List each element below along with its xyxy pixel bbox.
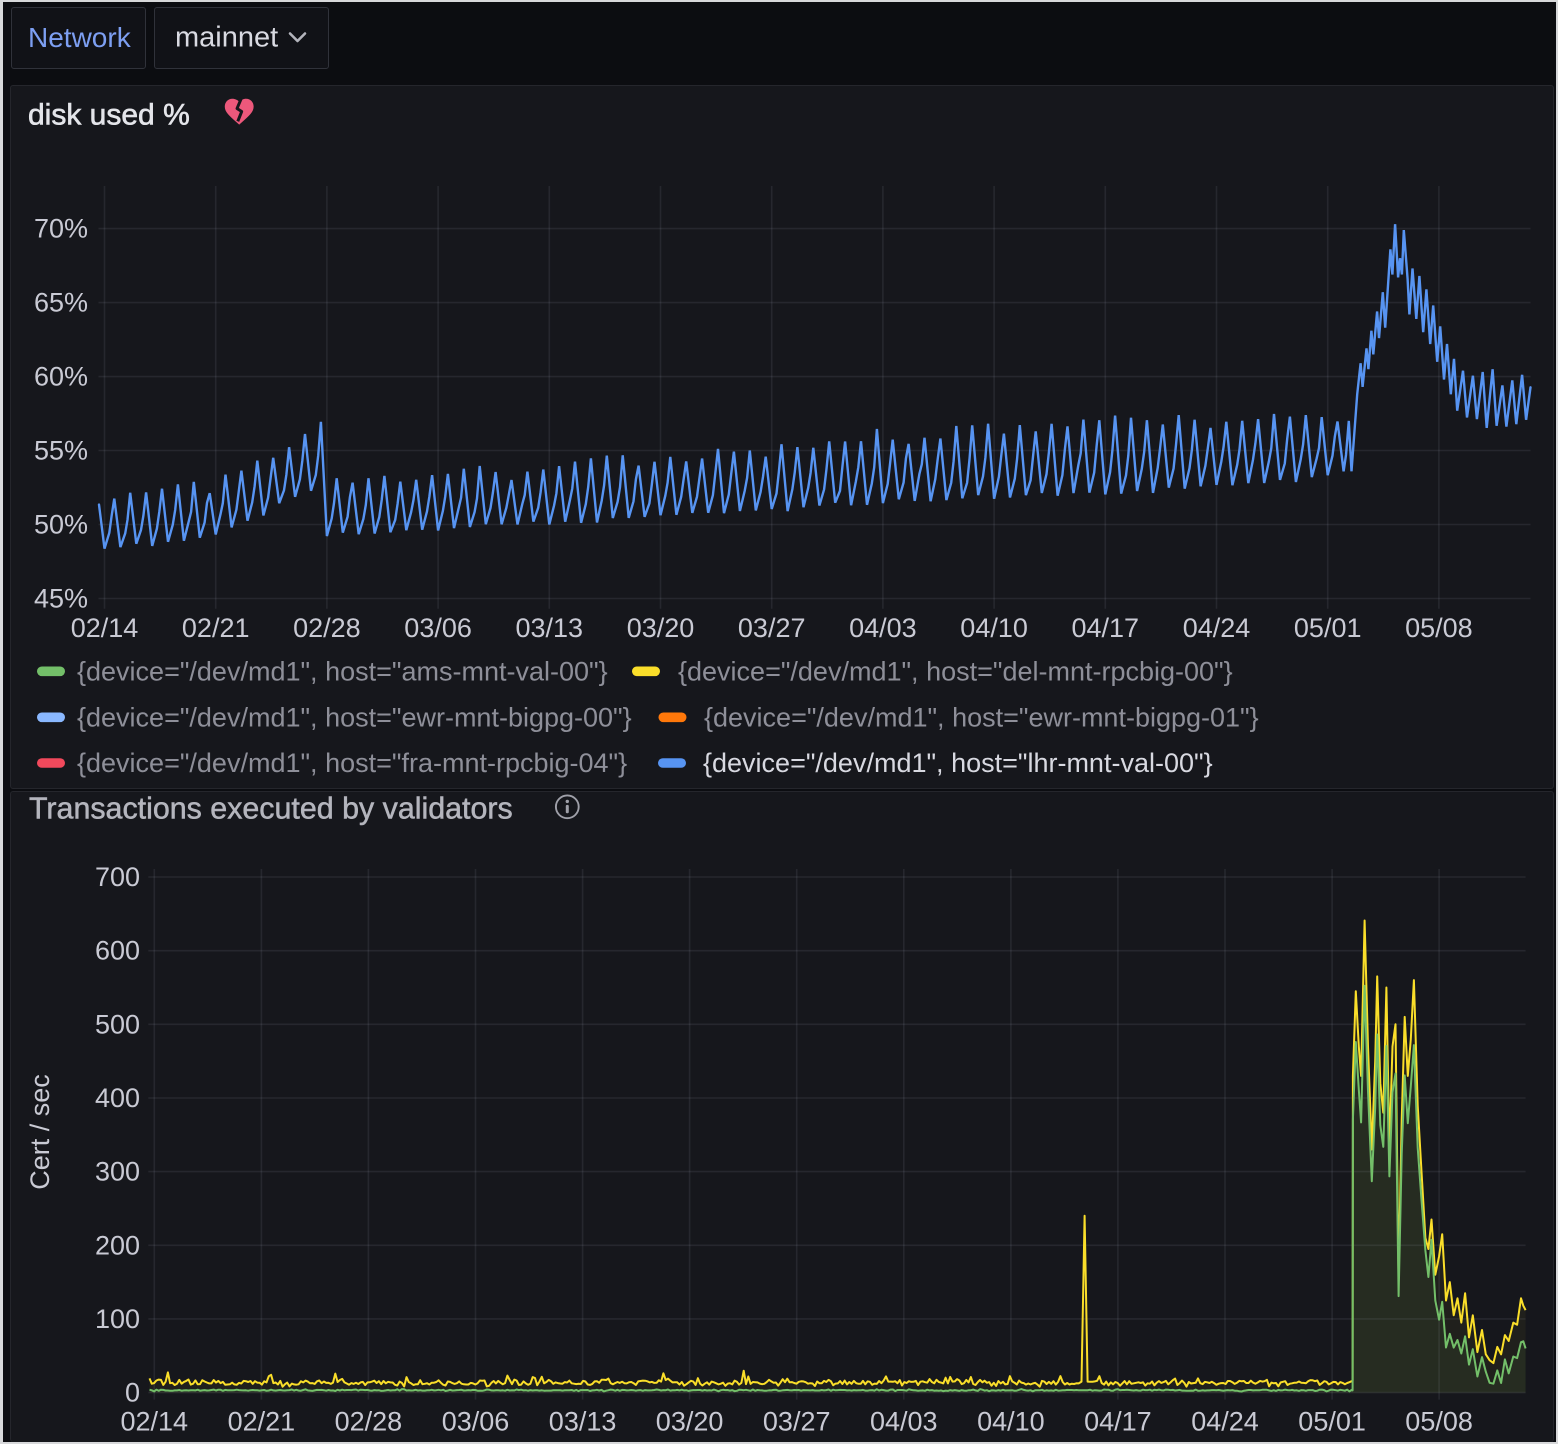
- svg-text:02/14: 02/14: [121, 1407, 189, 1437]
- svg-text:{device="/dev/md1", host="lhr-: {device="/dev/md1", host="lhr-mnt-val-00…: [703, 748, 1213, 778]
- svg-text:55%: 55%: [34, 436, 88, 466]
- svg-text:04/17: 04/17: [1084, 1407, 1152, 1437]
- svg-text:{device="/dev/md1", host="ewr-: {device="/dev/md1", host="ewr-mnt-bigpg-…: [77, 702, 632, 732]
- svg-text:04/17: 04/17: [1072, 613, 1140, 643]
- svg-text:70%: 70%: [34, 214, 88, 244]
- svg-text:{device="/dev/md1", host="del-: {device="/dev/md1", host="del-mnt-rpcbig…: [678, 656, 1233, 686]
- svg-text:03/27: 03/27: [738, 613, 806, 643]
- svg-text:05/08: 05/08: [1405, 1407, 1473, 1437]
- svg-text:04/24: 04/24: [1183, 613, 1251, 643]
- svg-text:03/13: 03/13: [549, 1407, 617, 1437]
- svg-text:04/10: 04/10: [960, 613, 1028, 643]
- svg-text:05/08: 05/08: [1405, 613, 1473, 643]
- svg-text:Transactions executed by valid: Transactions executed by validators: [29, 792, 513, 826]
- svg-text:02/14: 02/14: [71, 613, 139, 643]
- svg-text:03/27: 03/27: [763, 1407, 831, 1437]
- svg-text:02/21: 02/21: [228, 1407, 296, 1437]
- svg-text:500: 500: [95, 1009, 140, 1039]
- svg-text:300: 300: [95, 1157, 140, 1187]
- svg-text:03/06: 03/06: [404, 613, 472, 643]
- svg-text:02/28: 02/28: [335, 1407, 403, 1437]
- svg-text:200: 200: [95, 1230, 140, 1260]
- svg-text:02/21: 02/21: [182, 613, 250, 643]
- svg-text:0: 0: [125, 1378, 140, 1408]
- svg-text:04/03: 04/03: [870, 1407, 938, 1437]
- svg-text:50%: 50%: [34, 510, 88, 540]
- svg-text:03/13: 03/13: [516, 613, 584, 643]
- svg-text:400: 400: [95, 1083, 140, 1113]
- svg-text:600: 600: [95, 936, 140, 966]
- svg-text:03/20: 03/20: [627, 613, 695, 643]
- svg-text:{device="/dev/md1", host="ewr-: {device="/dev/md1", host="ewr-mnt-bigpg-…: [704, 702, 1259, 732]
- svg-text:05/01: 05/01: [1294, 613, 1362, 643]
- svg-text:{device="/dev/md1", host="ams-: {device="/dev/md1", host="ams-mnt-val-00…: [77, 656, 608, 686]
- svg-text:45%: 45%: [34, 584, 88, 614]
- svg-text:05/01: 05/01: [1298, 1407, 1366, 1437]
- svg-text:02/28: 02/28: [293, 613, 361, 643]
- svg-text:03/06: 03/06: [442, 1407, 510, 1437]
- svg-text:{device="/dev/md1", host="fra-: {device="/dev/md1", host="fra-mnt-rpcbig…: [77, 748, 627, 778]
- svg-text:04/10: 04/10: [977, 1407, 1045, 1437]
- svg-text:04/24: 04/24: [1191, 1407, 1259, 1437]
- svg-text:100: 100: [95, 1304, 140, 1334]
- svg-text:Network: Network: [28, 22, 132, 53]
- svg-text:700: 700: [95, 862, 140, 892]
- svg-text:60%: 60%: [34, 362, 88, 392]
- svg-text:03/20: 03/20: [656, 1407, 724, 1437]
- svg-text:Cert / sec: Cert / sec: [25, 1074, 55, 1190]
- svg-text:04/03: 04/03: [849, 613, 917, 643]
- svg-text:65%: 65%: [34, 288, 88, 318]
- svg-text:disk used %: disk used %: [28, 99, 190, 132]
- svg-text:mainnet: mainnet: [175, 22, 278, 54]
